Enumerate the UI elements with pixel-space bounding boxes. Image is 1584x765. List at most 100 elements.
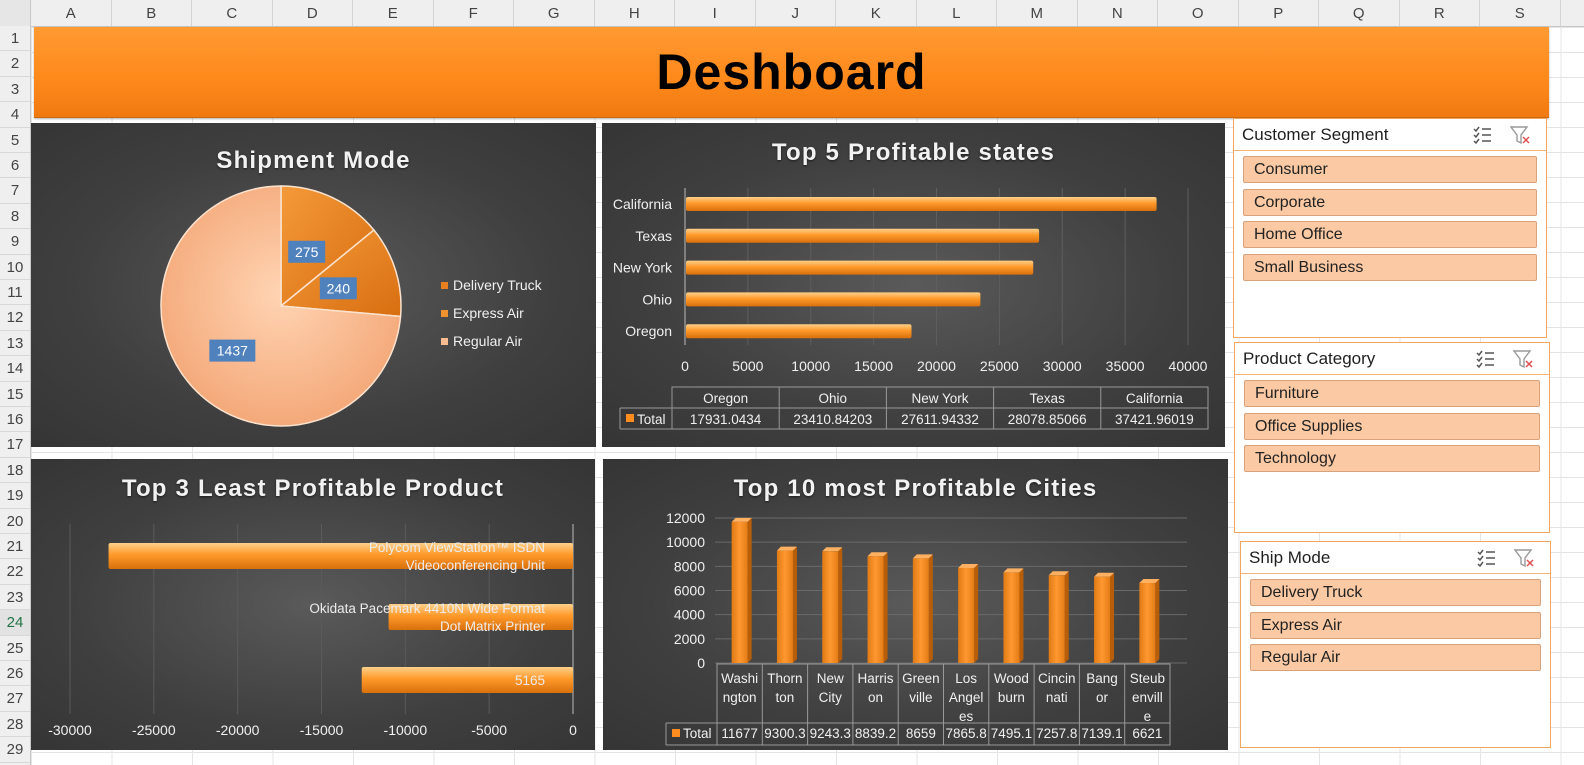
dashboard-title-banner[interactable]: Deshboard [34, 27, 1549, 118]
slicer-item[interactable]: Delivery Truck [1250, 579, 1541, 606]
column-header-o[interactable]: O [1158, 0, 1239, 26]
slicer-item[interactable]: Small Business [1243, 254, 1537, 282]
row-header-13[interactable]: 13 [0, 331, 30, 357]
slicer-item[interactable]: Office Supplies [1244, 412, 1540, 440]
row-header-21[interactable]: 21 [0, 534, 30, 560]
slicer-item[interactable]: Regular Air [1250, 644, 1541, 672]
clear-filter-icon[interactable] [1512, 349, 1533, 369]
row-header-15[interactable]: 15 [0, 382, 30, 407]
city-bar[interactable] [776, 550, 793, 663]
top-states-chart[interactable]: Top 5 Profitable states 0 5000 10000 15000 2… [602, 123, 1225, 447]
state-bar[interactable] [686, 292, 981, 307]
city-bar[interactable] [912, 558, 929, 663]
city-bar[interactable] [1094, 576, 1111, 663]
slicer-item[interactable]: Furniture [1244, 380, 1540, 407]
column-header-a[interactable]: A [31, 0, 112, 26]
legend-item[interactable]: Delivery Truck [441, 271, 542, 299]
city-bar[interactable] [1139, 582, 1156, 663]
row-header-28[interactable]: 28 [0, 712, 30, 738]
slicer-item[interactable]: Consumer [1243, 156, 1537, 183]
column-header-q[interactable]: Q [1319, 0, 1400, 26]
state-bar[interactable] [686, 197, 1157, 211]
table-cell: 23410.84203 [793, 412, 872, 427]
state-bar[interactable] [686, 324, 912, 339]
row-header-22[interactable]: 22 [0, 559, 30, 585]
state-bar[interactable] [686, 228, 1040, 243]
slicer-item[interactable]: Express Air [1250, 611, 1541, 639]
top-cities-chart[interactable]: Top 10 most Profitable Cities 0 2000 4000 6… [603, 459, 1228, 750]
state-bar[interactable] [686, 260, 1034, 275]
x-category-label: Washi [721, 671, 758, 686]
row-header-5[interactable]: 5 [0, 128, 30, 153]
column-header-p[interactable]: P [1239, 0, 1319, 26]
row-header-20[interactable]: 20 [0, 509, 30, 534]
city-bar[interactable] [867, 556, 884, 663]
slicer-item[interactable]: Home Office [1243, 221, 1537, 249]
column-header-l[interactable]: L [917, 0, 997, 26]
slicer-item[interactable]: Corporate [1243, 188, 1537, 216]
city-bar[interactable] [1003, 572, 1020, 663]
row-header-25[interactable]: 25 [0, 636, 30, 661]
multi-select-icon[interactable] [1472, 125, 1492, 145]
row-header-10[interactable]: 10 [0, 255, 30, 280]
slicer-ship-mode[interactable]: Ship Mode Delivery Truck Express Air Regula… [1240, 541, 1551, 748]
slicer-product-category[interactable]: Product Category Furniture Office Supplies… [1234, 342, 1550, 533]
column-header-m[interactable]: M [997, 0, 1078, 26]
row-header-9[interactable]: 9 [0, 229, 30, 255]
column-header-e[interactable]: E [353, 0, 434, 26]
row-header-27[interactable]: 27 [0, 686, 30, 712]
shipment-mode-chart[interactable]: Shipment Mode 275 240 1437 Delivery Truck E… [31, 123, 596, 447]
row-header-19[interactable]: 19 [0, 483, 30, 509]
row-header-29[interactable]: 29 [0, 737, 30, 763]
column-header-j[interactable]: J [756, 0, 836, 26]
row-header-4[interactable]: 4 [0, 102, 30, 128]
clear-filter-icon[interactable] [1513, 548, 1534, 568]
column-header-f[interactable]: F [434, 0, 514, 26]
select-all-corner[interactable] [0, 0, 31, 26]
row-header-7[interactable]: 7 [0, 178, 30, 204]
table-cell: 37421.96019 [1115, 412, 1194, 427]
legend-item[interactable]: Express Air [441, 299, 542, 327]
row-header-6[interactable]: 6 [0, 153, 30, 179]
x-tick-label: -30000 [48, 722, 92, 738]
column-header-k[interactable]: K [836, 0, 917, 26]
clear-filter-icon[interactable] [1509, 125, 1530, 145]
row-header-24[interactable]: 24 [0, 610, 30, 636]
city-bar[interactable] [822, 551, 839, 663]
slicer-customer-segment[interactable]: Customer Segment Consumer Corporate Home Of… [1233, 118, 1547, 338]
slicer-item[interactable]: Technology [1244, 445, 1540, 473]
x-tick-label: -25000 [132, 722, 176, 738]
city-bar[interactable] [731, 521, 748, 663]
row-header-2[interactable]: 2 [0, 51, 30, 77]
column-header-i[interactable]: I [675, 0, 756, 26]
column-header-d[interactable]: D [273, 0, 353, 26]
column-header-r[interactable]: R [1400, 0, 1480, 26]
row-header-1[interactable]: 1 [0, 26, 30, 52]
row-header-16[interactable]: 16 [0, 407, 30, 433]
row-header-12[interactable]: 12 [0, 305, 30, 331]
row-header-3[interactable]: 3 [0, 77, 30, 103]
row-header-11[interactable]: 11 [0, 280, 30, 306]
column-header-g[interactable]: G [514, 0, 595, 26]
column-header-n[interactable]: N [1078, 0, 1158, 26]
column-header-b[interactable]: B [112, 0, 192, 26]
row-header-14[interactable]: 14 [0, 356, 30, 382]
legend-item[interactable]: Regular Air [441, 327, 542, 355]
legend-swatch [441, 309, 448, 317]
column-header-c[interactable]: C [192, 0, 273, 26]
bar-category-label: 5165 [515, 673, 545, 688]
row-header-23[interactable]: 23 [0, 585, 30, 611]
row-header-18[interactable]: 18 [0, 458, 30, 484]
city-bar[interactable] [1048, 575, 1065, 663]
multi-select-icon[interactable] [1475, 349, 1495, 369]
column-header-s[interactable]: S [1480, 0, 1561, 26]
table-cell: 9243.3 [810, 726, 851, 741]
city-bar[interactable] [958, 567, 975, 663]
row-header-17[interactable]: 17 [0, 432, 30, 458]
multi-select-icon[interactable] [1476, 548, 1496, 568]
column-header-h[interactable]: H [595, 0, 675, 26]
row-header-8[interactable]: 8 [0, 204, 30, 230]
row-header-26[interactable]: 26 [0, 661, 30, 687]
least-profitable-chart[interactable]: Top 3 Least Profitable Product -30000 -25… [31, 459, 595, 750]
x-category-label: or [1096, 690, 1109, 705]
